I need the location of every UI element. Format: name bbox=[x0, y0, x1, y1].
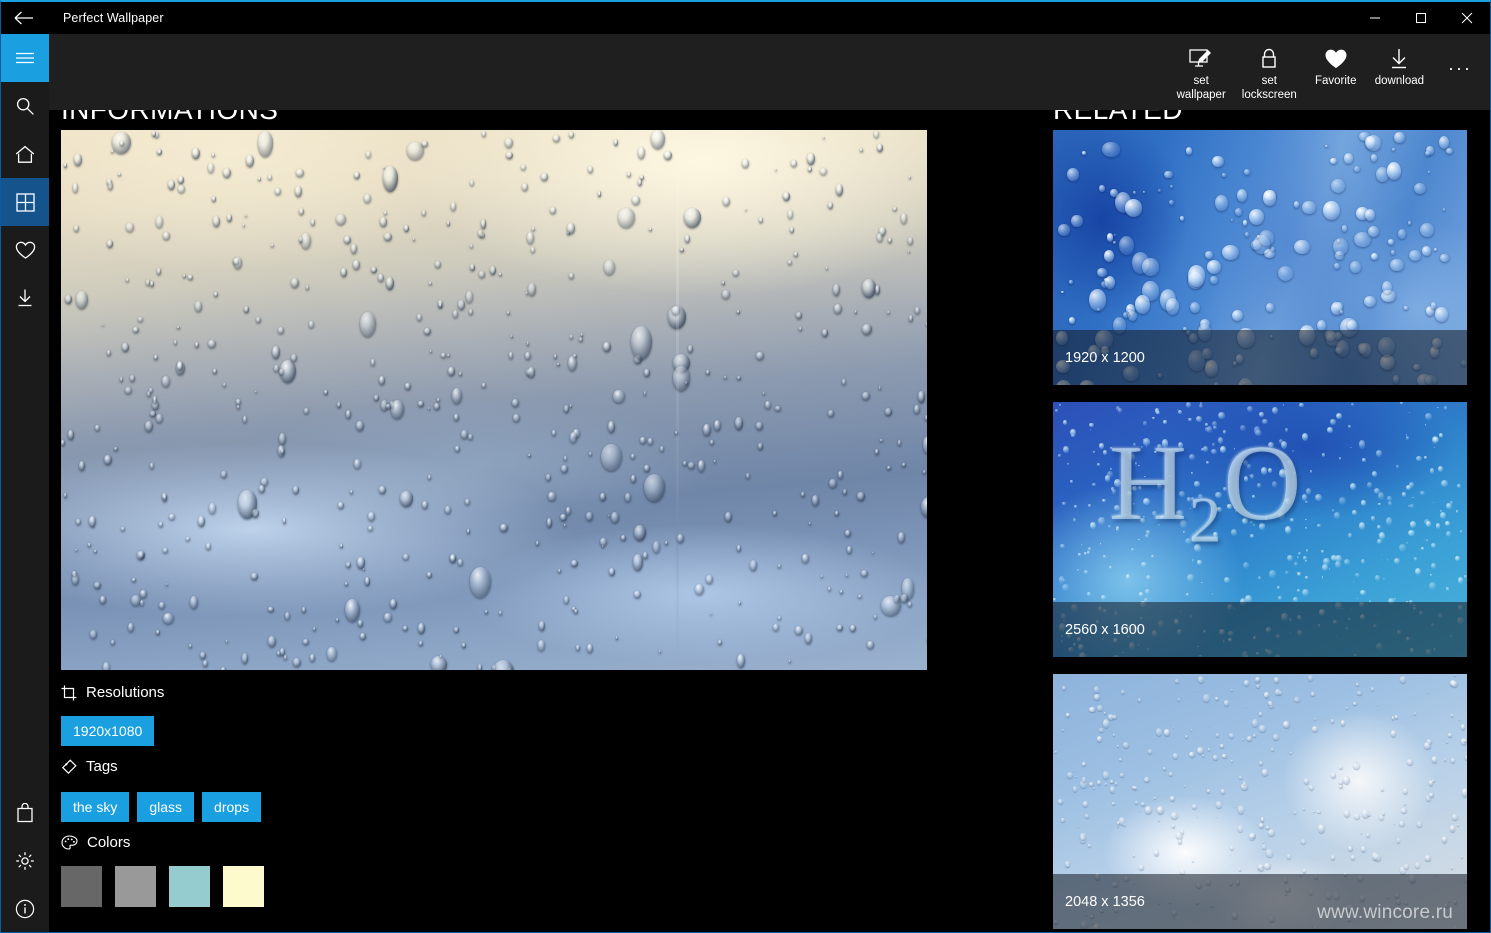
sidebar-item-search[interactable] bbox=[1, 82, 49, 130]
color-swatch-row bbox=[61, 866, 264, 907]
window-controls bbox=[1352, 2, 1490, 34]
tags-chip-row: the sky glass drops bbox=[61, 792, 262, 822]
minimize-button[interactable] bbox=[1352, 2, 1398, 34]
home-icon bbox=[15, 145, 35, 164]
content-scroll-area: INFORMATIONS Resolutions 1920x1080 bbox=[49, 34, 1490, 932]
related-thumb-resolution-3: 2048 x 1356 bbox=[1065, 893, 1145, 910]
tag-chip-0[interactable]: the sky bbox=[61, 792, 130, 822]
tag-chip-2[interactable]: drops bbox=[202, 792, 262, 822]
close-button[interactable] bbox=[1444, 2, 1490, 34]
more-options-button[interactable]: ··· bbox=[1436, 46, 1484, 90]
minimize-icon bbox=[1369, 12, 1381, 24]
related-thumb-overlay-2: 2560 x 1600 bbox=[1053, 602, 1467, 657]
resolutions-label: Resolutions bbox=[86, 684, 165, 701]
title-bar: Perfect Wallpaper bbox=[1, 2, 1490, 34]
set-wallpaper-label-2: wallpaper bbox=[1176, 89, 1226, 101]
info-icon bbox=[15, 899, 35, 919]
colors-label: Colors bbox=[87, 834, 131, 851]
close-icon bbox=[1461, 12, 1473, 24]
maximize-icon bbox=[1415, 12, 1427, 24]
palette-icon bbox=[61, 834, 78, 851]
tags-label: Tags bbox=[86, 758, 118, 775]
app-window: Perfect Wallpaper INFORMATIONS bbox=[0, 0, 1491, 933]
heart-filled-icon bbox=[1324, 44, 1348, 74]
command-bar: set wallpaper set lockscreen Favorite do… bbox=[49, 34, 1490, 110]
tags-heading-row: Tags bbox=[61, 758, 118, 775]
rail-spacer bbox=[1, 322, 49, 789]
back-button[interactable] bbox=[1, 2, 47, 34]
download-icon bbox=[15, 288, 35, 308]
hamburger-icon bbox=[15, 51, 35, 65]
sidebar-item-settings[interactable] bbox=[1, 837, 49, 885]
color-swatch-2[interactable] bbox=[169, 866, 210, 907]
crop-icon bbox=[61, 685, 77, 701]
tag-icon bbox=[61, 758, 77, 775]
color-swatch-1[interactable] bbox=[115, 866, 156, 907]
wallpaper-preview[interactable] bbox=[61, 130, 927, 670]
download-button[interactable]: download bbox=[1367, 40, 1432, 88]
set-lockscreen-button[interactable]: set lockscreen bbox=[1234, 40, 1305, 102]
sidebar-item-store[interactable] bbox=[1, 789, 49, 837]
sidebar-item-menu[interactable] bbox=[1, 34, 49, 82]
related-thumb-resolution-2: 2560 x 1600 bbox=[1065, 621, 1145, 638]
gear-icon bbox=[15, 851, 35, 871]
related-list: 1920 x 1200 H2O 2560 x 1600 2048 x 1356 www.… bbox=[1053, 130, 1467, 932]
download-label: download bbox=[1374, 75, 1424, 87]
favorite-label: Favorite bbox=[1314, 75, 1357, 87]
favorite-button[interactable]: Favorite bbox=[1305, 40, 1367, 88]
color-swatch-3[interactable] bbox=[223, 866, 264, 907]
set-lockscreen-label-1: set bbox=[1261, 75, 1277, 87]
app-title: Perfect Wallpaper bbox=[63, 11, 164, 25]
sidebar-item-about[interactable] bbox=[1, 885, 49, 932]
grid-icon bbox=[15, 192, 35, 212]
download-icon bbox=[1388, 44, 1410, 74]
set-wallpaper-label-1: set bbox=[1193, 75, 1209, 87]
related-thumb-resolution-1: 1920 x 1200 bbox=[1065, 349, 1145, 366]
navigation-rail bbox=[1, 34, 49, 932]
search-icon bbox=[15, 96, 35, 116]
related-thumb-3[interactable]: 2048 x 1356 www.wincore.ru bbox=[1053, 674, 1467, 929]
sidebar-item-categories[interactable] bbox=[1, 178, 49, 226]
tag-chip-1[interactable]: glass bbox=[137, 792, 195, 822]
water-streak bbox=[675, 130, 679, 670]
sidebar-item-home[interactable] bbox=[1, 130, 49, 178]
h2o-lettering: H2O bbox=[1109, 424, 1304, 557]
sidebar-item-downloads[interactable] bbox=[1, 274, 49, 322]
back-arrow-icon bbox=[14, 11, 34, 25]
heart-outline-icon bbox=[15, 241, 36, 260]
lock-icon bbox=[1259, 44, 1279, 74]
colors-heading-row: Colors bbox=[61, 834, 130, 851]
related-thumb-2[interactable]: H2O 2560 x 1600 bbox=[1053, 402, 1467, 657]
set-lockscreen-label-2: lockscreen bbox=[1241, 89, 1297, 101]
related-thumb-overlay-1: 1920 x 1200 bbox=[1053, 330, 1467, 385]
related-thumb-1[interactable]: 1920 x 1200 bbox=[1053, 130, 1467, 385]
resolutions-chip-row: 1920x1080 bbox=[61, 716, 155, 746]
maximize-button[interactable] bbox=[1398, 2, 1444, 34]
set-wallpaper-icon bbox=[1189, 44, 1213, 74]
color-swatch-0[interactable] bbox=[61, 866, 102, 907]
shopping-bag-icon bbox=[16, 803, 34, 823]
resolutions-heading-row: Resolutions bbox=[61, 684, 164, 701]
sidebar-item-favorites[interactable] bbox=[1, 226, 49, 274]
raindrop-overlay bbox=[61, 130, 927, 670]
set-wallpaper-button[interactable]: set wallpaper bbox=[1169, 40, 1234, 102]
resolution-chip-0[interactable]: 1920x1080 bbox=[61, 716, 155, 746]
site-watermark: www.wincore.ru bbox=[1317, 902, 1453, 923]
